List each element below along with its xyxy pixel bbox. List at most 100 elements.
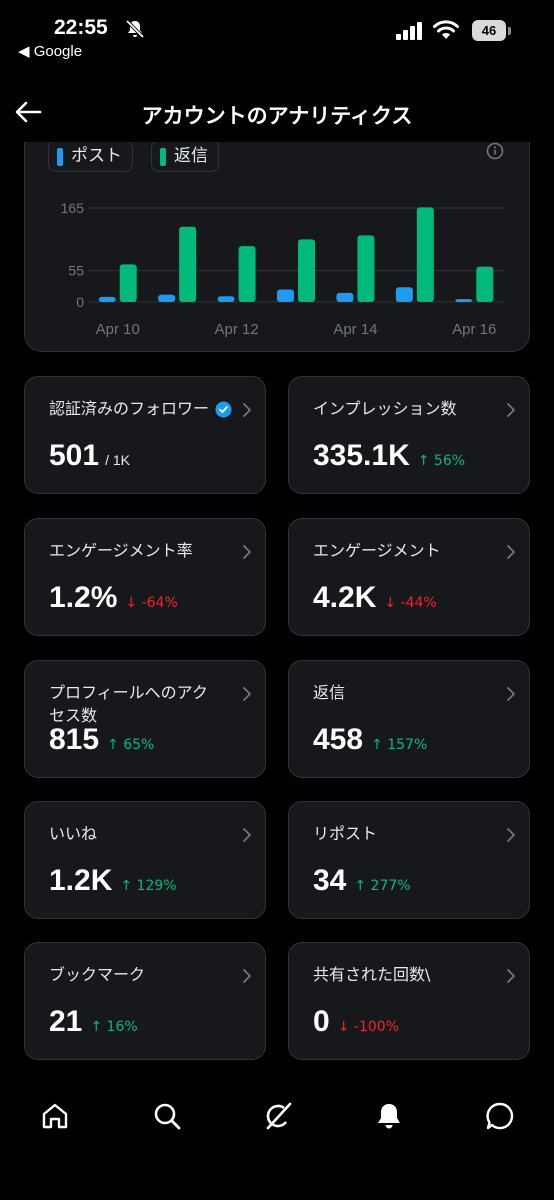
bar-posts [395, 287, 413, 302]
status-bar: 22:55 ◀ Google 46 [0, 0, 554, 66]
stat-card-label: リポスト [313, 824, 378, 843]
stat-card[interactable]: 返信 458 ↑ 157% [288, 660, 530, 778]
bar-replies [357, 235, 375, 302]
stat-card-value-row: 1.2% ↓ -64% [49, 581, 178, 615]
stat-card-label: いいね [49, 824, 98, 843]
legend-posts-label: ポスト [71, 146, 122, 166]
chevron-right-icon [507, 403, 515, 417]
bar-replies [238, 246, 256, 302]
stat-card-value: 0 [313, 1005, 330, 1038]
stat-card-label: プロフィールへのアクセス数 [49, 683, 208, 725]
x-tick-label: Apr 14 [333, 321, 377, 338]
battery-indicator: 46 [472, 20, 506, 41]
chevron-right-icon [507, 545, 515, 559]
stat-card-value: 34 [313, 864, 347, 897]
bar-posts [98, 296, 116, 302]
stat-card-goal: / 1K [105, 452, 130, 468]
legend-replies-swatch [160, 148, 166, 166]
cellular-signal-icon [396, 22, 422, 40]
legend-replies[interactable]: 返信 [151, 140, 219, 172]
stat-card-value-row: 21 ↑ 16% [49, 1005, 138, 1039]
stat-card-value-row: 815 ↑ 65% [49, 723, 154, 757]
bottom-nav [0, 1080, 554, 1160]
stat-card-value: 4.2K [313, 581, 377, 614]
status-time: 22:55 [54, 16, 108, 39]
bar-replies [119, 264, 137, 302]
stat-card-change: ↑ 129% [120, 878, 177, 894]
legend-replies-label: 返信 [174, 146, 208, 166]
chevron-right-icon [243, 403, 251, 417]
x-tick-label: Apr 16 [452, 321, 496, 338]
verified-badge-icon [215, 401, 232, 418]
legend-posts[interactable]: ポスト [48, 140, 133, 172]
stat-card-value-row: 335.1K ↑ 56% [313, 439, 465, 473]
messages-icon[interactable] [484, 1100, 516, 1132]
stat-card[interactable]: 共有された回数\ 0 ↓ -100% [288, 942, 530, 1060]
stat-card[interactable]: いいね 1.2K ↑ 129% [24, 801, 266, 919]
stat-card-label: エンゲージメント [313, 541, 441, 560]
stat-card-value-row: 458 ↑ 157% [313, 723, 427, 757]
stat-card[interactable]: エンゲージメント率 1.2% ↓ -64% [24, 518, 266, 636]
stat-card-label: エンゲージメント率 [49, 541, 193, 560]
bar-posts [336, 292, 354, 302]
stat-card-value-row: 1.2K ↑ 129% [49, 864, 177, 898]
stat-card-value: 335.1K [313, 439, 410, 472]
bar-posts [158, 294, 176, 302]
stat-card-change: ↑ 65% [107, 737, 155, 753]
x-tick-label: Apr 10 [96, 321, 140, 338]
bar-posts [217, 296, 235, 302]
stat-card-value: 815 [49, 723, 100, 756]
stat-card-value-row: 4.2K ↓ -44% [313, 581, 437, 615]
home-icon[interactable] [39, 1100, 71, 1132]
stat-card-value: 1.2K [49, 864, 113, 897]
wifi-icon [433, 20, 459, 39]
stat-card[interactable]: プロフィールへのアクセス数 815 ↑ 65% [24, 660, 266, 778]
bar-replies [416, 207, 434, 302]
stat-card-change: ↑ 56% [417, 453, 466, 469]
search-icon[interactable] [151, 1100, 183, 1132]
chevron-right-icon [243, 828, 251, 842]
stat-card-change: ↓ -64% [125, 595, 178, 611]
bar-chart: 165 55 0 Apr 10 Apr 12 Apr 14 Apr 16 [61, 200, 504, 338]
stat-card[interactable]: インプレッション数 335.1K ↑ 56% [288, 376, 530, 494]
stat-card[interactable]: ブックマーク 21 ↑ 16% [24, 942, 266, 1060]
stat-card-value-row: 34 ↑ 277% [313, 864, 411, 898]
stat-card-change: ↓ -44% [384, 595, 437, 611]
stat-card-value: 21 [49, 1005, 83, 1038]
y-tick-label: 165 [61, 200, 85, 216]
bar-replies [476, 266, 494, 302]
bell-muted-icon [125, 19, 145, 39]
stat-card-label: ブックマーク [49, 965, 146, 984]
x-tick-label: Apr 12 [214, 321, 258, 338]
notifications-icon[interactable] [373, 1100, 405, 1132]
stat-card-label: 共有された回数\ [313, 965, 431, 984]
bar-posts [455, 299, 473, 302]
bar-replies [179, 226, 197, 302]
bar-posts [277, 289, 294, 302]
grok-icon[interactable] [262, 1100, 294, 1132]
chevron-right-icon [243, 969, 251, 983]
stat-card-label: 返信 [313, 683, 346, 702]
stat-card-label: 認証済みのフォロワー [49, 399, 210, 418]
header: アカウントのアナリティクス [0, 86, 554, 142]
stat-card-change: ↑ 16% [90, 1019, 138, 1035]
bar-replies [298, 239, 315, 302]
legend-posts-swatch [57, 148, 63, 166]
stat-card-value-row: 501 / 1K [49, 439, 130, 473]
info-icon[interactable] [486, 142, 504, 160]
y-tick-label: 55 [68, 263, 84, 279]
stat-card-value: 501 [49, 439, 100, 472]
stat-card[interactable]: エンゲージメント 4.2K ↓ -44% [288, 518, 530, 636]
back-to-app-link[interactable]: ◀ Google [18, 42, 82, 60]
stat-card[interactable]: リポスト 34 ↑ 277% [288, 801, 530, 919]
stat-card-label: インプレッション数 [313, 399, 457, 418]
chevron-right-icon [243, 545, 251, 559]
stat-card[interactable]: 認証済みのフォロワー 501 / 1K [24, 376, 266, 494]
stat-card-change: ↓ -100% [337, 1019, 399, 1035]
chevron-right-icon [243, 687, 251, 701]
chevron-right-icon [507, 969, 515, 983]
chevron-right-icon [507, 687, 515, 701]
stat-card-change: ↑ 157% [371, 737, 428, 753]
stat-card-value-row: 0 ↓ -100% [313, 1005, 399, 1039]
page-title: アカウントのアナリティクス [141, 104, 413, 128]
